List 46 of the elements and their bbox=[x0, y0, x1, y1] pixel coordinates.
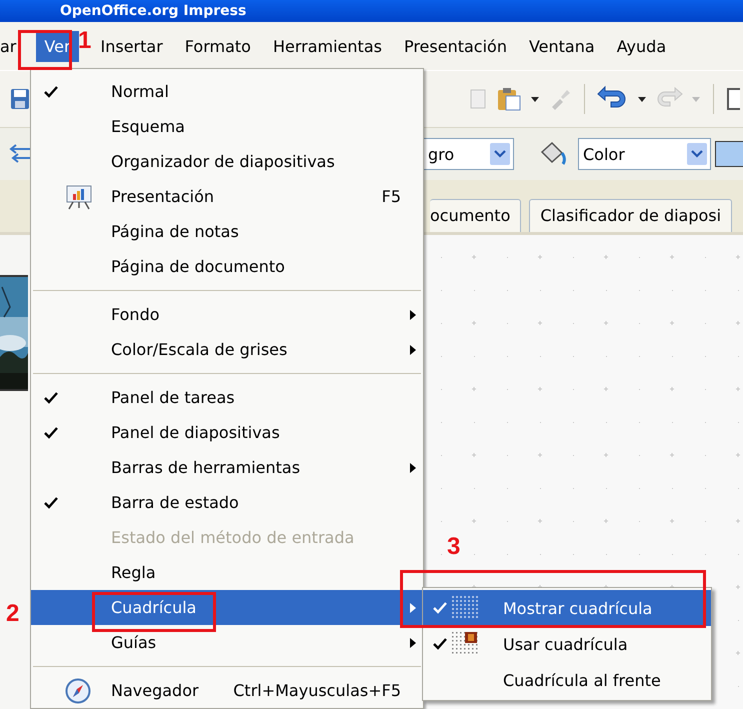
dropdown[interactable]: Color bbox=[578, 138, 711, 170]
menu-item[interactable]: Barra de estado bbox=[31, 485, 423, 520]
menu-item[interactable]: Organizador de diapositivas bbox=[31, 144, 423, 179]
caret-icon[interactable] bbox=[637, 95, 647, 103]
clipboard-icon[interactable] bbox=[496, 86, 522, 112]
menu-item[interactable]: Panel de tareas bbox=[31, 380, 423, 415]
tab[interactable]: Clasificador de diaposi bbox=[529, 199, 732, 232]
menu-item[interactable]: Mostrar cuadrícula bbox=[423, 590, 711, 626]
menu-item[interactable]: Guías bbox=[31, 625, 423, 660]
menu-item[interactable]: Página de documento bbox=[31, 249, 423, 284]
caret-icon[interactable] bbox=[530, 95, 540, 103]
menu-bar-item[interactable]: Herramientas bbox=[264, 30, 390, 62]
menu-item[interactable]: Esquema bbox=[31, 109, 423, 144]
step-number: 2 bbox=[6, 600, 20, 628]
compass-icon bbox=[65, 678, 91, 704]
presentation-easel-icon bbox=[65, 184, 93, 210]
chevron-down-icon[interactable] bbox=[687, 143, 707, 165]
save-icon[interactable] bbox=[10, 87, 30, 111]
window-title: OpenOffice.org Impress bbox=[60, 3, 246, 19]
chevron-down-icon[interactable] bbox=[490, 143, 510, 165]
paint-bucket-icon[interactable] bbox=[538, 140, 568, 168]
menu-item[interactable]: Navegador Ctrl+Mayusculas+F5 bbox=[31, 673, 423, 708]
menu-item[interactable]: Panel de diapositivas bbox=[31, 415, 423, 450]
grid-icon bbox=[451, 595, 481, 621]
menu-item[interactable]: Cuadrícula bbox=[31, 590, 423, 625]
highlight-frame bbox=[18, 30, 72, 70]
menu-item[interactable]: Normal bbox=[31, 74, 423, 109]
step-number: 3 bbox=[447, 533, 460, 561]
menu-bar-item[interactable]: Insertar bbox=[92, 30, 171, 62]
menu-item[interactable]: Color/Escala de grises bbox=[31, 332, 423, 367]
frame-icon[interactable] bbox=[726, 86, 740, 112]
dropdown[interactable]: gro bbox=[423, 138, 514, 170]
menu-bar-item[interactable]: Formato bbox=[176, 30, 259, 62]
step-number: 1 bbox=[78, 27, 92, 55]
menu-item[interactable]: Presentación F5 bbox=[31, 179, 423, 214]
menu-item[interactable]: Regla bbox=[31, 555, 423, 590]
menu-bar-item[interactable]: Presentación bbox=[396, 30, 515, 62]
menu-item[interactable]: Página de notas bbox=[31, 214, 423, 249]
menu-bar-item[interactable]: Ayuda bbox=[608, 30, 674, 62]
menu-bar-item[interactable]: Ventana bbox=[520, 30, 603, 62]
menu-item[interactable]: Barras de herramientas bbox=[31, 450, 423, 485]
menu-item[interactable]: Fondo bbox=[31, 297, 423, 332]
menu-item[interactable]: Cuadrícula al frente bbox=[423, 662, 711, 698]
menu-item[interactable]: Usar cuadrícula bbox=[423, 626, 711, 662]
tab[interactable]: ocumento bbox=[430, 199, 522, 232]
menu-bar-item[interactable]: ar bbox=[0, 30, 24, 62]
